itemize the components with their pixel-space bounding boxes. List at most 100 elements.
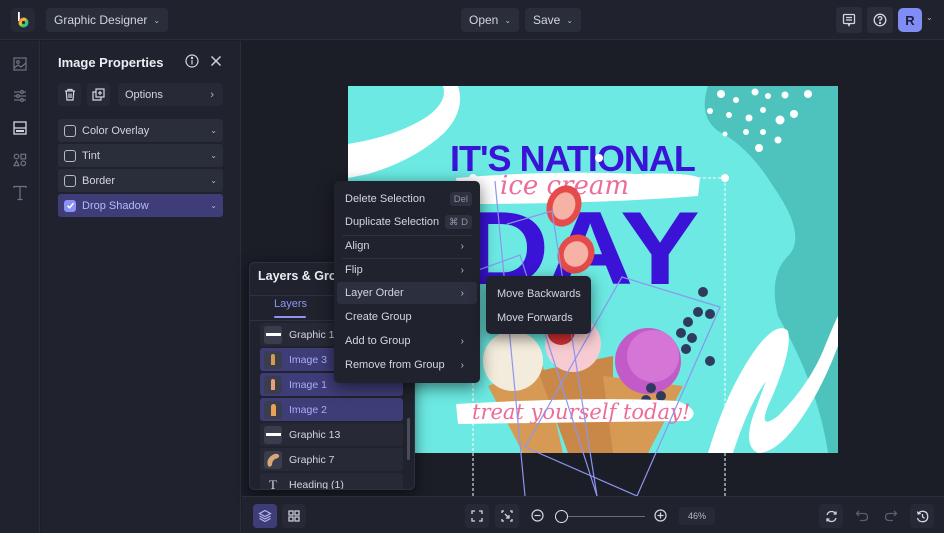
layer-row[interactable]: Graphic 13 [260,423,403,446]
menu-item-create-group[interactable]: Create Group [337,306,477,328]
app-switcher-dropdown[interactable]: Graphic Designer ⌄ [46,8,169,32]
redo-icon [884,510,898,522]
close-button[interactable] [209,54,223,73]
rail-item-layout[interactable] [10,118,30,138]
rail-item-adjustments[interactable] [10,86,30,106]
chevron-down-icon[interactable]: ⌄ [210,151,217,160]
plus-circle-icon [654,509,667,522]
expand-icon [471,510,483,522]
color-overlay-row[interactable]: Color Overlay ⌄ [58,119,223,142]
close-icon [211,56,221,66]
tagline: treat yourself today! [472,400,690,424]
menu-item-move-backwards[interactable]: Move Backwards [497,288,581,300]
menu-item-layer-order[interactable]: Layer Order › [337,282,477,304]
menu-item-move-forwards[interactable]: Move Forwards [497,312,573,324]
menu-item-duplicate-selection[interactable]: Duplicate Selection ⌘ D [337,211,477,233]
chevron-down-icon[interactable]: ⌄ [210,126,217,135]
layer-label: Graphic 10 [289,328,341,341]
layer-order-submenu: Move Backwards Move Forwards [486,276,591,334]
cone-thumbnail-icon [264,375,282,394]
user-avatar[interactable]: R [898,8,922,32]
chevron-right-icon: › [460,264,464,276]
layer-label: Heading (1) [289,478,344,490]
row-label: Color Overlay [82,124,150,137]
trash-icon [64,88,75,101]
tint-row[interactable]: Tint ⌄ [58,144,223,167]
info-button[interactable] [185,54,199,73]
grid-view-button[interactable] [282,504,306,528]
shrink-screen-button[interactable] [495,504,519,528]
tab-indicator [274,316,306,318]
border-row[interactable]: Border ⌄ [58,169,223,192]
layers-icon [258,509,272,523]
layer-row[interactable]: T Heading (1) [260,473,403,490]
adjustments-icon [14,90,26,103]
layer-row[interactable]: Image 2 [260,398,403,421]
app-window: Graphic Designer ⌄ Open ⌄ Save ⌄ R ⌄ Ima… [0,0,944,533]
border-checkbox[interactable] [64,174,76,187]
drop-shadow-checkbox[interactable] [64,199,76,212]
tab-layers[interactable]: Layers [274,298,307,310]
menu-item-label: Add to Group [345,335,411,347]
refresh-icon [825,510,837,522]
tint-checkbox[interactable] [64,149,76,162]
menu-item-align[interactable]: Align › [337,235,477,257]
menu-item-label: Create Group [345,311,412,323]
layer-label: Graphic 13 [289,428,341,441]
drop-shadow-row[interactable]: Drop Shadow ⌄ [58,194,223,217]
undo-button[interactable] [855,509,869,527]
save-dropdown[interactable]: Save ⌄ [525,8,582,32]
duplicate-button[interactable] [87,83,110,106]
layers-scrollbar[interactable] [407,418,410,460]
brush-stroke-top-left [348,86,461,178]
color-overlay-checkbox[interactable] [64,124,76,137]
menu-item-add-to-group[interactable]: Add to Group › [337,330,477,352]
zoom-percent[interactable]: 46% [679,507,715,525]
tool-rail [0,41,40,533]
comment-icon [842,13,856,27]
check-icon [66,202,74,209]
chevron-down-icon[interactable]: ⌄ [210,176,217,185]
grid-icon [288,510,300,522]
history-icon [916,510,928,522]
rail-item-shapes[interactable] [10,150,30,170]
layer-row[interactable]: Graphic 7 [260,448,403,471]
chevron-down-icon[interactable]: ⌄ [210,201,217,210]
delete-button[interactable] [58,83,81,106]
logo-icon[interactable] [11,8,35,32]
chevron-right-icon: › [460,359,464,371]
refresh-button[interactable] [819,504,843,528]
chevron-down-icon[interactable]: ⌄ [926,13,933,22]
text-icon [13,185,27,201]
layer-label: Image 1 [289,378,327,391]
menu-item-delete-selection[interactable]: Delete Selection Del [337,188,477,210]
text-thumbnail-icon: T [269,476,277,490]
help-button[interactable] [867,7,893,33]
row-label: Drop Shadow [82,199,149,212]
cone-thumbnail-icon [264,400,282,419]
options-button[interactable]: Options › [118,83,223,106]
shortcut-badge: Del [449,192,472,206]
open-dropdown[interactable]: Open ⌄ [461,8,520,32]
options-label: Options [125,88,163,101]
layout-icon [13,121,27,135]
redo-button[interactable] [884,509,898,527]
shortcut-badge: ⌘ D [445,215,472,229]
duplicate-icon [92,88,105,101]
menu-item-remove-from-group[interactable]: Remove from Group › [337,354,477,376]
rail-item-images[interactable] [10,54,30,74]
blob-thumbnail-icon [264,450,282,469]
chevron-right-icon: › [210,88,214,101]
zoom-slider-thumb[interactable] [555,510,568,523]
history-button[interactable] [910,504,934,528]
layers-toggle-button[interactable] [253,504,277,528]
zoom-slider-track[interactable] [557,516,645,517]
comment-button[interactable] [836,7,862,33]
rail-item-text[interactable] [10,183,30,203]
zoom-out-button[interactable] [531,509,544,527]
panel-title: Image Properties [58,55,164,70]
zoom-in-button[interactable] [654,509,667,527]
cone-thumbnail-icon [264,350,282,369]
fit-screen-button[interactable] [465,504,489,528]
menu-item-flip[interactable]: Flip › [337,259,477,281]
